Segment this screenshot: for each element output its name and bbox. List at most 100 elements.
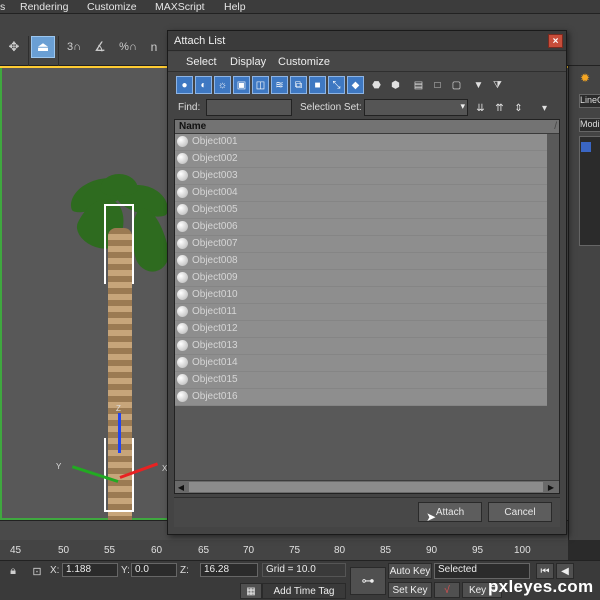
geometry-icon	[177, 153, 188, 164]
menu-item-help[interactable]: Help	[224, 1, 246, 13]
display-helpers-icon[interactable]: ◫	[252, 76, 269, 94]
display-xrefs-icon[interactable]: ■	[309, 76, 326, 94]
list-item[interactable]: Object003	[175, 168, 559, 185]
toolbar-separator	[28, 36, 29, 66]
menu-item-partial[interactable]: s	[0, 1, 5, 13]
spinner-snap-button[interactable]: n	[142, 36, 166, 58]
display-hidden-icon[interactable]: ⬢	[387, 76, 404, 94]
list-item-label: Object006	[192, 221, 238, 232]
list-item[interactable]: Object010	[175, 287, 559, 304]
dialog-menu-customize[interactable]: Customize	[278, 56, 330, 68]
angle-snap-icon[interactable]: ∡	[88, 36, 112, 58]
list-item[interactable]: Object004	[175, 185, 559, 202]
auto-key-button[interactable]: Auto Key	[388, 563, 432, 579]
modifier-stack-item[interactable]	[581, 142, 591, 152]
lock-icon[interactable]: 🔒︎	[4, 563, 22, 579]
scroll-right-icon[interactable]: ▶︎	[545, 481, 557, 493]
set-key-button[interactable]: Set Key	[388, 582, 432, 598]
cancel-button[interactable]: Cancel	[488, 502, 552, 522]
list-item[interactable]: Object014	[175, 355, 559, 372]
key-icon[interactable]: ⊶	[350, 567, 386, 595]
find-input[interactable]	[206, 99, 292, 116]
scrollbar-thumb[interactable]	[189, 482, 543, 492]
list-item[interactable]: Object012	[175, 321, 559, 338]
ruler-tick: 90	[426, 545, 438, 556]
percent-label: %	[119, 41, 129, 53]
ruler-tick: 85	[380, 545, 392, 556]
list-item[interactable]: Object008	[175, 253, 559, 270]
object-name-field[interactable]: LineO	[579, 94, 600, 108]
list-item-label: Object005	[192, 204, 238, 215]
watermark-logo: pxleyes.com	[488, 577, 594, 596]
select-and-place-icon[interactable]: ⏏	[31, 36, 55, 58]
vertical-scrollbar[interactable]	[547, 134, 559, 485]
sort-options-icon[interactable]: ⇕	[510, 99, 527, 117]
display-lights-icon[interactable]: ☼	[214, 76, 231, 94]
selection-set-dropdown[interactable]: ▾	[364, 99, 468, 116]
add-time-tag-button[interactable]: Add Time Tag	[262, 583, 346, 599]
horizontal-scrollbar[interactable]: ◀︎ ▶︎	[175, 480, 559, 493]
list-item-label: Object001	[192, 136, 238, 147]
time-tag-icon[interactable]: ▦	[240, 583, 262, 599]
ruler-tick: 45	[10, 545, 22, 556]
list-item[interactable]: Object015	[175, 372, 559, 389]
list-item[interactable]: Object013	[175, 338, 559, 355]
select-none-icon[interactable]: □	[429, 76, 446, 94]
ruler-tick: 60	[151, 545, 163, 556]
display-groups-icon[interactable]: ⧉	[290, 76, 307, 94]
absolute-mode-icon[interactable]: ⊡	[28, 563, 46, 579]
scroll-left-icon[interactable]: ◀︎	[175, 481, 187, 493]
modifier-list-text: Modi	[580, 119, 600, 129]
dialog-title: Attach List	[174, 34, 226, 47]
x-coordinate-field[interactable]: 1.188	[62, 563, 118, 577]
dialog-menu-chevron-icon[interactable]: ▾	[536, 99, 553, 117]
dialog-menu-display[interactable]: Display	[230, 56, 266, 68]
list-item[interactable]: Object007	[175, 236, 559, 253]
list-item[interactable]: Object011	[175, 304, 559, 321]
display-containers-icon[interactable]: ◆	[347, 76, 364, 94]
list-item[interactable]: Object016	[175, 389, 559, 406]
display-frozen-icon[interactable]: ⬣	[368, 76, 385, 94]
curve-editor-icon[interactable]: √	[434, 582, 460, 598]
list-item[interactable]: Object005	[175, 202, 559, 219]
display-bones-icon[interactable]: ⤡	[328, 76, 345, 94]
sun-icon[interactable]: ✹	[575, 68, 595, 88]
list-item[interactable]: Object006	[175, 219, 559, 236]
modifier-stack[interactable]	[579, 136, 600, 246]
close-button[interactable]: ×	[548, 34, 563, 48]
column-header-name[interactable]: Name /	[175, 120, 559, 134]
select-invert-icon[interactable]: ▢	[448, 76, 465, 94]
percent-snap-button[interactable]: % ∩	[116, 36, 140, 58]
list-item[interactable]: Object009	[175, 270, 559, 287]
snap-toggle-button[interactable]: 3 ∩	[62, 36, 86, 58]
filter-options-icon[interactable]: ⧩	[489, 76, 506, 94]
geometry-icon	[177, 136, 188, 147]
object-list[interactable]: Name / Object001 Object002 Object003 Object…	[174, 119, 560, 494]
y-coordinate-field[interactable]: 0.0	[131, 563, 177, 577]
menu-item-customize[interactable]: Customize	[87, 1, 137, 13]
list-item-label: Object012	[192, 323, 238, 334]
sort-descending-icon[interactable]: ⇈	[491, 99, 508, 117]
menu-item-maxscript[interactable]: MAXScript	[155, 1, 205, 13]
ruler-tick: 75	[289, 545, 301, 556]
display-spacewarps-icon[interactable]: ≋	[271, 76, 288, 94]
z-coordinate-field[interactable]: 16.28	[200, 563, 258, 577]
modifier-list-dropdown[interactable]: Modi	[579, 118, 600, 132]
list-item[interactable]: Object001	[175, 134, 559, 151]
command-panel: ✹ LineO Modi	[568, 66, 600, 540]
mouse-cursor-icon: ➤	[426, 510, 437, 524]
move-icon[interactable]: ✥	[2, 36, 26, 58]
menu-item-rendering[interactable]: Rendering	[20, 1, 68, 13]
dialog-title-bar[interactable]: Attach List ×	[168, 31, 566, 51]
select-all-icon[interactable]: ▤	[410, 76, 427, 94]
gizmo-z-axis[interactable]	[118, 413, 121, 453]
ruler-tick: 100	[514, 545, 531, 556]
display-geometry-icon[interactable]: ●	[176, 76, 193, 94]
sort-ascending-icon[interactable]: ⇊	[472, 99, 489, 117]
list-item-label: Object016	[192, 391, 238, 402]
display-shapes-icon[interactable]: ◐	[195, 76, 212, 94]
dialog-menu-select[interactable]: Select	[186, 56, 217, 68]
list-item[interactable]: Object002	[175, 151, 559, 168]
display-cameras-icon[interactable]: ▣	[233, 76, 250, 94]
filter-icon[interactable]: ▼	[470, 76, 487, 94]
